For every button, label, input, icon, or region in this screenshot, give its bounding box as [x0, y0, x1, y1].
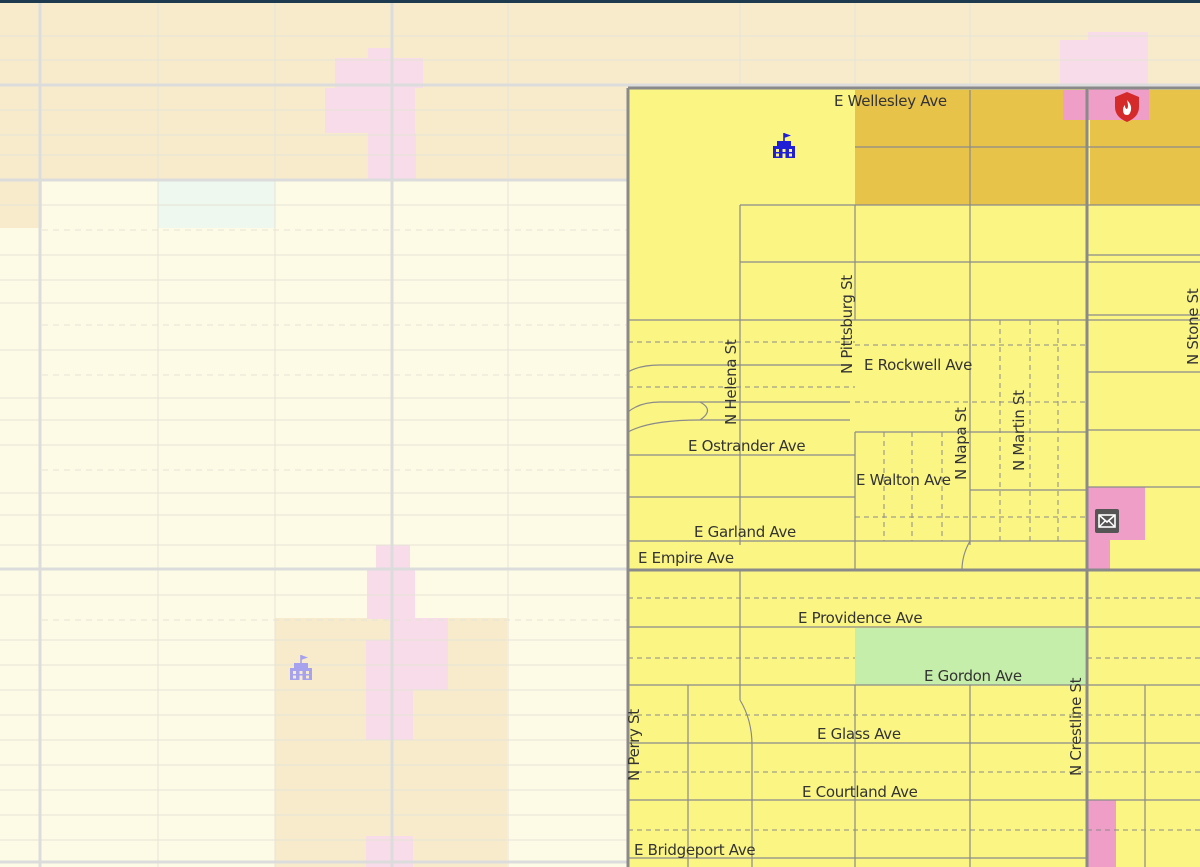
street-label-empire: E Empire Ave	[638, 549, 734, 567]
mixed-use-parcel	[1088, 800, 1116, 867]
street-label-pittsburg: N Pittsburg St	[838, 275, 856, 374]
street-label-gordon: E Gordon Ave	[924, 667, 1022, 685]
zoning-map[interactable]: E Wellesley Ave E Rockwell Ave E Ostrand…	[0, 0, 1200, 867]
top-border	[0, 0, 1200, 3]
school-icon[interactable]	[771, 132, 797, 160]
street-label-bridgeport: E Bridgeport Ave	[634, 841, 756, 859]
street-label-providence: E Providence Ave	[798, 609, 923, 627]
street-label-wellesley: E Wellesley Ave	[834, 92, 947, 110]
street-label-martin: N Martin St	[1010, 390, 1028, 471]
fire-station-icon[interactable]	[1113, 91, 1141, 123]
faded-commercial-corner	[0, 180, 42, 228]
post-office-icon[interactable]	[1094, 508, 1120, 534]
street-label-ostrander: E Ostrander Ave	[688, 437, 806, 455]
street-label-helena: N Helena St	[722, 339, 740, 425]
faded-commercial-top	[0, 0, 1200, 88]
street-label-glass: E Glass Ave	[817, 725, 901, 743]
street-label-courtland: E Courtland Ave	[802, 783, 918, 801]
street-label-stone: N Stone St	[1184, 288, 1200, 365]
school-icon[interactable]	[288, 654, 314, 682]
mixed-use-parcel	[1063, 90, 1089, 120]
street-label-garland: E Garland Ave	[694, 523, 796, 541]
street-label-rockwell: E Rockwell Ave	[864, 356, 972, 374]
street-label-napa: N Napa St	[952, 407, 970, 480]
mixed-use-parcel	[1088, 540, 1110, 570]
street-label-crestline: N Crestline St	[1067, 677, 1085, 776]
street-label-walton: E Walton Ave	[856, 471, 951, 489]
street-label-perry: N Perry St	[625, 709, 643, 781]
faded-park	[158, 180, 275, 228]
